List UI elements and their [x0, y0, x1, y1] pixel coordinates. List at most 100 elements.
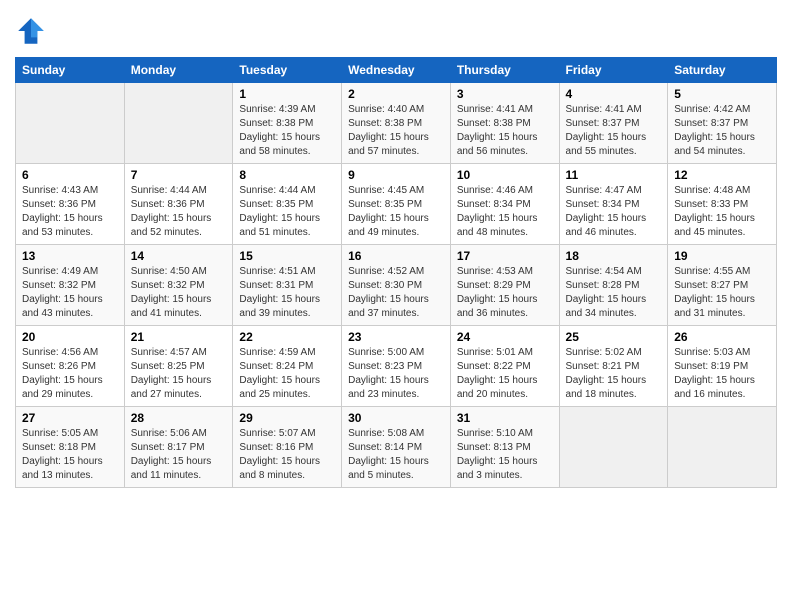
- day-info: Sunrise: 4:45 AM Sunset: 8:35 PM Dayligh…: [348, 184, 444, 240]
- calendar-cell: 22 Sunrise: 4:59 AM Sunset: 8:24 PM Dayli…: [233, 326, 342, 407]
- day-number: 17: [457, 249, 553, 263]
- day-number: 10: [457, 168, 553, 182]
- page-header: [15, 15, 777, 47]
- day-info: Sunrise: 5:08 AM Sunset: 8:14 PM Dayligh…: [348, 427, 444, 483]
- day-info: Sunrise: 4:59 AM Sunset: 8:24 PM Dayligh…: [239, 346, 335, 402]
- calendar-cell: 20Sunrise: 4:56 AM Sunset: 8:26 PM Dayli…: [16, 326, 125, 407]
- day-info: Sunrise: 5:03 AM Sunset: 8:19 PM Dayligh…: [674, 346, 770, 402]
- weekday-header-thursday: Thursday: [450, 58, 559, 83]
- day-info: Sunrise: 4:44 AM Sunset: 8:36 PM Dayligh…: [131, 184, 227, 240]
- day-number: 1: [239, 87, 335, 101]
- day-info: Sunrise: 4:41 AM Sunset: 8:37 PM Dayligh…: [566, 103, 662, 159]
- day-info: Sunrise: 5:05 AM Sunset: 8:18 PM Dayligh…: [22, 427, 118, 483]
- day-number: 28: [131, 411, 227, 425]
- calendar-cell: 24 Sunrise: 5:01 AM Sunset: 8:22 PM Dayli…: [450, 326, 559, 407]
- day-number: 16: [348, 249, 444, 263]
- calendar-cell: 12 Sunrise: 4:48 AM Sunset: 8:33 PM Dayli…: [668, 164, 777, 245]
- day-number: 29: [239, 411, 335, 425]
- week-row-2: 6 Sunrise: 4:43 AM Sunset: 8:36 PM Daylig…: [16, 164, 777, 245]
- calendar-table: SundayMondayTuesdayWednesdayThursdayFrid…: [15, 57, 777, 488]
- day-info: Sunrise: 4:41 AM Sunset: 8:38 PM Dayligh…: [457, 103, 553, 159]
- calendar-cell: 1 Sunrise: 4:39 AM Sunset: 8:38 PM Daylig…: [233, 83, 342, 164]
- day-number: 24: [457, 330, 553, 344]
- calendar-cell: 9Sunrise: 4:45 AM Sunset: 8:35 PM Daylig…: [342, 164, 451, 245]
- day-info: Sunrise: 4:50 AM Sunset: 8:32 PM Dayligh…: [131, 265, 227, 321]
- week-row-1: 1 Sunrise: 4:39 AM Sunset: 8:38 PM Daylig…: [16, 83, 777, 164]
- day-info: Sunrise: 4:47 AM Sunset: 8:34 PM Dayligh…: [566, 184, 662, 240]
- day-info: Sunrise: 4:40 AM Sunset: 8:38 PM Dayligh…: [348, 103, 444, 159]
- weekday-header-sunday: Sunday: [16, 58, 125, 83]
- day-number: 6: [22, 168, 118, 182]
- weekday-header-wednesday: Wednesday: [342, 58, 451, 83]
- calendar-cell: 14 Sunrise: 4:50 AM Sunset: 8:32 PM Dayli…: [124, 245, 233, 326]
- day-number: 27: [22, 411, 118, 425]
- day-number: 26: [674, 330, 770, 344]
- day-number: 12: [674, 168, 770, 182]
- calendar-cell: 28 Sunrise: 5:06 AM Sunset: 8:17 PM Dayli…: [124, 407, 233, 488]
- weekday-header-row: SundayMondayTuesdayWednesdayThursdayFrid…: [16, 58, 777, 83]
- day-info: Sunrise: 4:54 AM Sunset: 8:28 PM Dayligh…: [566, 265, 662, 321]
- day-info: Sunrise: 5:00 AM Sunset: 8:23 PM Dayligh…: [348, 346, 444, 402]
- day-number: 20: [22, 330, 118, 344]
- calendar-cell: 19 Sunrise: 4:55 AM Sunset: 8:27 PM Dayli…: [668, 245, 777, 326]
- calendar-cell: [559, 407, 668, 488]
- calendar-cell: 30 Sunrise: 5:08 AM Sunset: 8:14 PM Dayli…: [342, 407, 451, 488]
- calendar-cell: 13 Sunrise: 4:49 AM Sunset: 8:32 PM Dayli…: [16, 245, 125, 326]
- calendar-cell: 3 Sunrise: 4:41 AM Sunset: 8:38 PM Daylig…: [450, 83, 559, 164]
- day-number: 23: [348, 330, 444, 344]
- day-number: 13: [22, 249, 118, 263]
- calendar-cell: 29 Sunrise: 5:07 AM Sunset: 8:16 PM Dayli…: [233, 407, 342, 488]
- day-number: 22: [239, 330, 335, 344]
- week-row-4: 20Sunrise: 4:56 AM Sunset: 8:26 PM Dayli…: [16, 326, 777, 407]
- day-info: Sunrise: 4:44 AM Sunset: 8:35 PM Dayligh…: [239, 184, 335, 240]
- calendar-cell: 10 Sunrise: 4:46 AM Sunset: 8:34 PM Dayli…: [450, 164, 559, 245]
- day-number: 19: [674, 249, 770, 263]
- day-info: Sunrise: 4:43 AM Sunset: 8:36 PM Dayligh…: [22, 184, 118, 240]
- day-info: Sunrise: 4:48 AM Sunset: 8:33 PM Dayligh…: [674, 184, 770, 240]
- day-number: 11: [566, 168, 662, 182]
- day-number: 14: [131, 249, 227, 263]
- weekday-header-friday: Friday: [559, 58, 668, 83]
- day-info: Sunrise: 4:57 AM Sunset: 8:25 PM Dayligh…: [131, 346, 227, 402]
- calendar-cell: 21Sunrise: 4:57 AM Sunset: 8:25 PM Dayli…: [124, 326, 233, 407]
- calendar-cell: 26 Sunrise: 5:03 AM Sunset: 8:19 PM Dayli…: [668, 326, 777, 407]
- day-number: 4: [566, 87, 662, 101]
- calendar-cell: [124, 83, 233, 164]
- logo: [15, 15, 51, 47]
- day-info: Sunrise: 5:07 AM Sunset: 8:16 PM Dayligh…: [239, 427, 335, 483]
- weekday-header-saturday: Saturday: [668, 58, 777, 83]
- day-number: 15: [239, 249, 335, 263]
- day-number: 8: [239, 168, 335, 182]
- calendar-cell: 7Sunrise: 4:44 AM Sunset: 8:36 PM Daylig…: [124, 164, 233, 245]
- day-info: Sunrise: 4:52 AM Sunset: 8:30 PM Dayligh…: [348, 265, 444, 321]
- day-info: Sunrise: 4:39 AM Sunset: 8:38 PM Dayligh…: [239, 103, 335, 159]
- calendar-cell: 25Sunrise: 5:02 AM Sunset: 8:21 PM Dayli…: [559, 326, 668, 407]
- calendar-cell: 5Sunrise: 4:42 AM Sunset: 8:37 PM Daylig…: [668, 83, 777, 164]
- calendar-cell: 27 Sunrise: 5:05 AM Sunset: 8:18 PM Dayli…: [16, 407, 125, 488]
- day-number: 2: [348, 87, 444, 101]
- calendar-cell: [16, 83, 125, 164]
- logo-icon: [15, 15, 47, 47]
- calendar-cell: 6 Sunrise: 4:43 AM Sunset: 8:36 PM Daylig…: [16, 164, 125, 245]
- calendar-cell: 2 Sunrise: 4:40 AM Sunset: 8:38 PM Daylig…: [342, 83, 451, 164]
- day-info: Sunrise: 4:51 AM Sunset: 8:31 PM Dayligh…: [239, 265, 335, 321]
- calendar-cell: 4 Sunrise: 4:41 AM Sunset: 8:37 PM Daylig…: [559, 83, 668, 164]
- day-number: 3: [457, 87, 553, 101]
- calendar-cell: 31Sunrise: 5:10 AM Sunset: 8:13 PM Dayli…: [450, 407, 559, 488]
- day-info: Sunrise: 4:55 AM Sunset: 8:27 PM Dayligh…: [674, 265, 770, 321]
- calendar-cell: 15 Sunrise: 4:51 AM Sunset: 8:31 PM Dayli…: [233, 245, 342, 326]
- day-number: 30: [348, 411, 444, 425]
- week-row-5: 27 Sunrise: 5:05 AM Sunset: 8:18 PM Dayli…: [16, 407, 777, 488]
- calendar-cell: 18Sunrise: 4:54 AM Sunset: 8:28 PM Dayli…: [559, 245, 668, 326]
- day-number: 5: [674, 87, 770, 101]
- calendar-cell: [668, 407, 777, 488]
- weekday-header-tuesday: Tuesday: [233, 58, 342, 83]
- day-info: Sunrise: 4:46 AM Sunset: 8:34 PM Dayligh…: [457, 184, 553, 240]
- day-info: Sunrise: 5:01 AM Sunset: 8:22 PM Dayligh…: [457, 346, 553, 402]
- day-info: Sunrise: 4:49 AM Sunset: 8:32 PM Dayligh…: [22, 265, 118, 321]
- day-info: Sunrise: 5:10 AM Sunset: 8:13 PM Dayligh…: [457, 427, 553, 483]
- calendar-cell: 23 Sunrise: 5:00 AM Sunset: 8:23 PM Dayli…: [342, 326, 451, 407]
- calendar-cell: 17Sunrise: 4:53 AM Sunset: 8:29 PM Dayli…: [450, 245, 559, 326]
- day-info: Sunrise: 5:06 AM Sunset: 8:17 PM Dayligh…: [131, 427, 227, 483]
- day-number: 25: [566, 330, 662, 344]
